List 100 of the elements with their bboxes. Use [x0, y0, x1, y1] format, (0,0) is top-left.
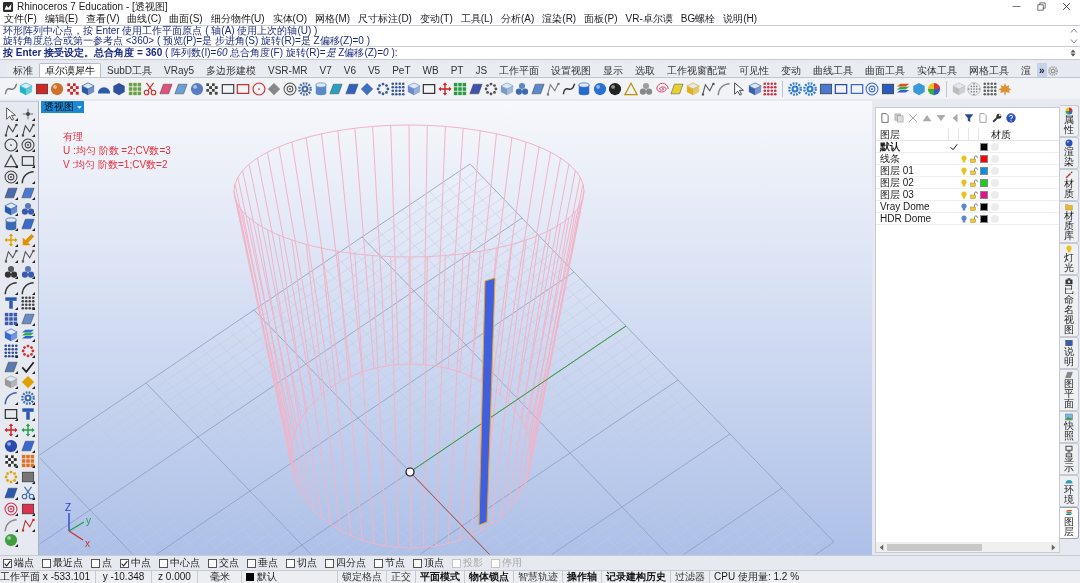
status-toggle[interactable]: 智慧轨迹 — [514, 571, 563, 583]
move-arrows-icon[interactable] — [3, 233, 18, 248]
plane-icon[interactable] — [20, 312, 35, 327]
color-swatch-icon[interactable] — [980, 154, 988, 163]
dot-grid-icon[interactable] — [3, 343, 18, 358]
checkbox-icon[interactable] — [3, 558, 12, 568]
diamond-icon[interactable] — [360, 81, 375, 96]
panel-tab[interactable]: 说明 — [1060, 337, 1079, 369]
dot-ring-icon[interactable] — [20, 343, 35, 358]
dot-grid-icon[interactable] — [763, 81, 778, 96]
menu-item[interactable]: 网格(M) — [315, 13, 351, 25]
open-padlock-icon[interactable] — [970, 178, 978, 187]
dot-ring-icon[interactable] — [484, 81, 499, 96]
panel-tab[interactable]: 材质库 — [1060, 201, 1079, 243]
t-beam-icon[interactable] — [20, 407, 35, 422]
gear-icon[interactable] — [803, 81, 818, 96]
menu-item[interactable]: 分析(A) — [500, 13, 535, 25]
checkbox-icon[interactable] — [120, 558, 129, 568]
light-bulb-icon[interactable] — [960, 202, 968, 211]
cylinder-icon[interactable] — [577, 81, 592, 96]
cube-icon[interactable] — [747, 81, 762, 96]
circle-icon[interactable] — [251, 81, 266, 96]
spiral-icon[interactable] — [654, 81, 669, 96]
polyline-icon[interactable] — [3, 122, 18, 137]
plane-icon[interactable] — [174, 81, 189, 96]
diamond-icon[interactable] — [267, 81, 282, 96]
balls-icon[interactable] — [20, 264, 35, 279]
checker-icon[interactable] — [65, 81, 80, 96]
balls-icon[interactable] — [515, 81, 530, 96]
status-toggle[interactable]: 锁定格点 — [338, 571, 387, 583]
plane-icon[interactable] — [344, 81, 359, 96]
menu-item[interactable]: 尺寸标注(D) — [358, 13, 412, 25]
layer-indicator[interactable]: 默认 — [242, 571, 338, 583]
osnap-checkbox[interactable]: 顶点 — [413, 557, 444, 569]
layer-name[interactable]: HDR Dome — [876, 212, 949, 225]
panel-tab[interactable]: 属性 — [1060, 105, 1079, 137]
filter-icon[interactable] — [964, 113, 974, 123]
panel-tab[interactable]: 材质 — [1060, 169, 1079, 201]
box-icon[interactable] — [20, 501, 35, 516]
checker-icon[interactable] — [205, 81, 220, 96]
menu-item[interactable]: 查看(V) — [86, 13, 120, 25]
color-swatch-icon[interactable] — [980, 178, 988, 187]
dotted-sphere-icon[interactable] — [967, 81, 982, 96]
checker-icon[interactable] — [3, 454, 18, 469]
cube-icon[interactable] — [81, 81, 96, 96]
checkbox-icon[interactable] — [159, 558, 168, 568]
rectangle-icon[interactable] — [834, 81, 849, 96]
starburst-icon[interactable] — [998, 81, 1013, 96]
scissors-icon[interactable] — [20, 486, 35, 500]
more-tabs-button[interactable]: » — [1037, 63, 1047, 77]
box-icon[interactable] — [880, 81, 895, 96]
menu-item[interactable]: 曲面(S) — [169, 13, 203, 25]
polyline-icon[interactable] — [3, 249, 18, 264]
spinner-icon[interactable] — [1069, 49, 1077, 57]
arrow-icon[interactable] — [20, 233, 35, 248]
cursor-icon[interactable] — [3, 106, 18, 121]
scissors-icon[interactable] — [143, 81, 158, 96]
cube-icon[interactable] — [3, 328, 18, 343]
polyline-icon[interactable] — [701, 81, 716, 96]
status-toggle[interactable]: 过滤器 — [671, 571, 710, 583]
cube-icon[interactable] — [3, 201, 18, 216]
dot-ring-icon[interactable] — [375, 81, 390, 96]
target-icon[interactable] — [865, 81, 880, 96]
menu-item[interactable]: 实体(O) — [272, 13, 308, 25]
panel-tab[interactable]: 环境 — [1060, 475, 1079, 507]
panel-tab[interactable]: 渲染 — [1060, 137, 1079, 169]
rectangle-icon[interactable] — [220, 81, 235, 96]
color-swatch-icon[interactable] — [980, 166, 988, 175]
box-icon[interactable] — [818, 81, 833, 96]
plane-icon[interactable] — [3, 486, 18, 500]
scroll-down-icon[interactable] — [1070, 37, 1078, 45]
grid-icon[interactable] — [127, 81, 142, 96]
target-icon[interactable] — [282, 81, 297, 96]
color-swatch-icon[interactable] — [980, 190, 988, 199]
osnap-checkbox[interactable]: 垂点 — [247, 557, 278, 569]
delete-icon[interactable] — [908, 113, 918, 123]
panel-tab[interactable]: 快照 — [1060, 411, 1079, 443]
new-page-icon[interactable] — [880, 113, 890, 123]
gear-icon[interactable] — [1047, 66, 1058, 76]
status-toggle[interactable]: 平面模式 — [416, 571, 465, 583]
polyline-icon[interactable] — [20, 517, 35, 532]
osnap-checkbox[interactable]: 四分点 — [325, 557, 366, 569]
osnap-checkbox[interactable]: 中点 — [120, 557, 151, 569]
column-header[interactable]: 图层 — [876, 128, 949, 140]
up-triangle-icon[interactable] — [922, 113, 932, 123]
checkbox-icon[interactable] — [208, 558, 217, 568]
scrollbar-thumb[interactable] — [887, 543, 982, 551]
menu-item[interactable]: 编辑(E) — [44, 13, 79, 25]
arc-icon[interactable] — [20, 280, 35, 295]
checkbox-icon[interactable] — [286, 558, 295, 568]
gear-icon[interactable] — [298, 81, 313, 96]
scroll-left-icon[interactable] — [878, 543, 885, 551]
menu-item[interactable]: 变动(T) — [419, 13, 453, 25]
status-toggle[interactable]: 物体锁点 — [465, 571, 514, 583]
checkbox-icon[interactable] — [413, 558, 422, 568]
down-triangle-icon[interactable] — [936, 113, 946, 123]
plane-icon[interactable] — [530, 81, 545, 96]
panel-tab[interactable]: 图平面 — [1060, 369, 1079, 411]
restore-icon[interactable] — [1037, 2, 1046, 11]
triangle-icon[interactable] — [3, 154, 18, 169]
